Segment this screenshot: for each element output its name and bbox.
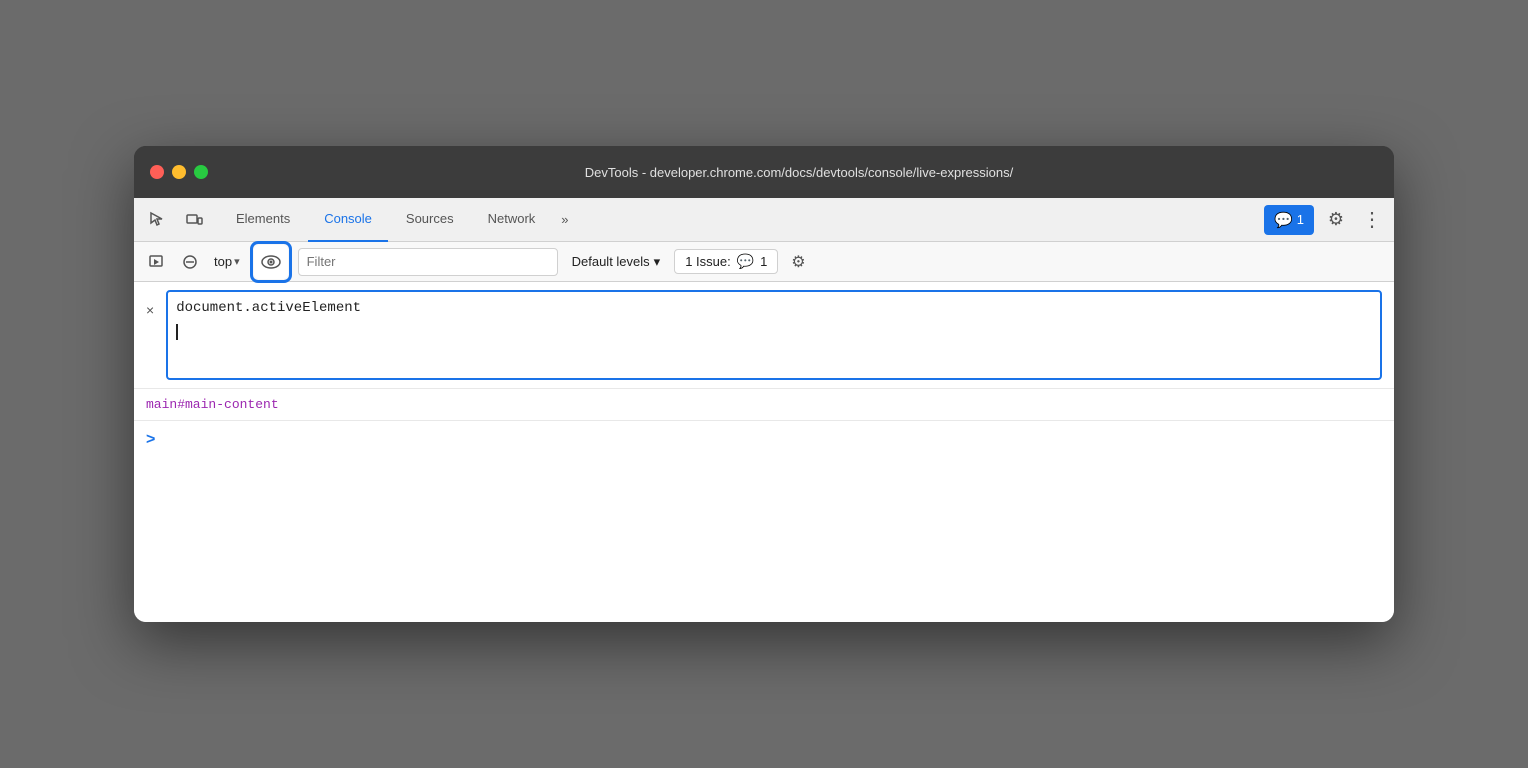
log-level-selector[interactable]: Default levels ▾ xyxy=(564,250,669,274)
maximize-button[interactable] xyxy=(194,165,208,179)
execution-context-selector[interactable]: top ▾ xyxy=(210,252,244,271)
settings-button[interactable]: ⚙ xyxy=(1320,204,1352,236)
traffic-lights xyxy=(150,165,208,179)
chat-icon: 💬 xyxy=(1274,211,1293,229)
live-expression-button-wrapper xyxy=(250,241,292,283)
devtools-panel: Elements Console Sources Network » 💬 1 xyxy=(134,198,1394,622)
window-title: DevTools - developer.chrome.com/docs/dev… xyxy=(220,165,1378,180)
expression-text: document.activeElement xyxy=(176,300,1372,316)
console-filter-input[interactable] xyxy=(298,248,558,276)
issue-chat-icon: 💬 xyxy=(737,253,754,270)
live-expression-result: main#main-content xyxy=(134,389,1394,421)
tab-elements[interactable]: Elements xyxy=(220,198,306,242)
tab-network[interactable]: Network xyxy=(472,198,552,242)
tab-bar-left-icons xyxy=(142,204,210,236)
issue-badge-button[interactable]: 💬 1 xyxy=(1264,205,1314,235)
more-options-button[interactable]: ⋮ xyxy=(1358,204,1386,236)
tab-bar: Elements Console Sources Network » 💬 1 xyxy=(134,198,1394,242)
console-toolbar: top ▾ Default levels ▾ 1 Issue: xyxy=(134,242,1394,282)
title-bar: DevTools - developer.chrome.com/docs/dev… xyxy=(134,146,1394,198)
console-gear-icon: ⚙ xyxy=(791,252,805,272)
issue-count-badge[interactable]: 1 Issue: 💬 1 xyxy=(674,249,778,274)
levels-dropdown-icon: ▾ xyxy=(654,254,661,270)
console-content: × document.activeElement main#main-conte… xyxy=(134,282,1394,622)
gear-icon: ⚙ xyxy=(1328,209,1344,230)
live-expression-button[interactable] xyxy=(254,245,288,279)
live-expression-close-button[interactable]: × xyxy=(134,294,166,326)
live-expression-editor[interactable]: document.activeElement xyxy=(166,290,1382,380)
text-cursor xyxy=(176,324,178,340)
console-settings-button[interactable]: ⚙ xyxy=(784,248,812,276)
console-prompt-input[interactable] xyxy=(163,432,1382,448)
preserve-log-button[interactable] xyxy=(142,248,170,276)
console-prompt-caret[interactable]: > xyxy=(146,431,155,449)
inspect-element-button[interactable] xyxy=(142,204,174,236)
device-toolbar-button[interactable] xyxy=(178,204,210,236)
tab-bar-right: 💬 1 ⚙ ⋮ xyxy=(1264,204,1386,236)
close-button[interactable] xyxy=(150,165,164,179)
dropdown-icon: ▾ xyxy=(234,255,240,268)
minimize-button[interactable] xyxy=(172,165,186,179)
live-expression-row: × document.activeElement xyxy=(134,282,1394,389)
tab-more-button[interactable]: » xyxy=(553,198,576,242)
devtools-window: DevTools - developer.chrome.com/docs/dev… xyxy=(134,146,1394,622)
clear-console-button[interactable] xyxy=(176,248,204,276)
more-icon: ⋮ xyxy=(1362,207,1382,232)
tab-console[interactable]: Console xyxy=(308,198,388,242)
console-prompt-row: > xyxy=(134,421,1394,459)
tab-sources[interactable]: Sources xyxy=(390,198,470,242)
